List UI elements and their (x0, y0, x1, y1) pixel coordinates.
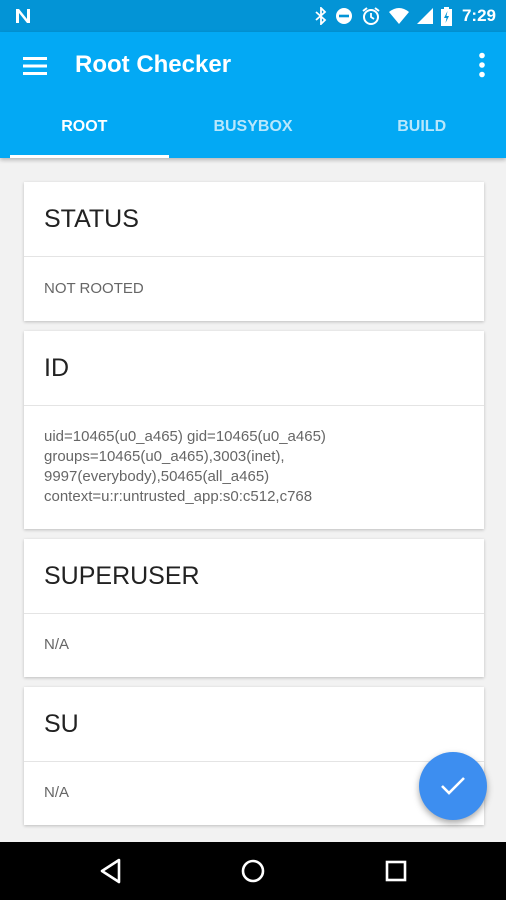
card-value: NOT ROOTED (24, 257, 484, 320)
check-icon (441, 777, 465, 795)
card-value: N/A (24, 614, 484, 676)
wifi-icon (388, 8, 409, 24)
su-value: N/A (44, 784, 70, 801)
card-title: SU (24, 687, 484, 762)
tab-build[interactable]: BUILD (337, 96, 506, 158)
card-value: uid=10465(u0_a465) gid=10465(u0_a465) gr… (24, 406, 484, 528)
battery-charging-icon (440, 6, 452, 26)
more-vertical-icon[interactable] (478, 52, 486, 78)
check-root-button[interactable] (419, 752, 487, 820)
tab-bar: ROOT BUSYBOX BUILD (0, 96, 506, 158)
id-line: uid=10465(u0_a465) gid=10465(u0_a465) (44, 428, 326, 445)
status-card: STATUS NOT ROOTED (24, 182, 484, 321)
recents-icon[interactable] (382, 857, 410, 885)
su-card: SU N/A (24, 687, 484, 825)
navigation-bar (0, 842, 506, 900)
card-title: STATUS (24, 182, 484, 257)
back-icon[interactable] (97, 857, 125, 885)
tab-busybox[interactable]: BUSYBOX (169, 96, 338, 158)
home-icon[interactable] (239, 857, 267, 885)
app-bar: Root Checker ROOT BUSYBOX BUILD (0, 32, 506, 158)
n-icon (16, 9, 30, 23)
id-card: ID uid=10465(u0_a465) gid=10465(u0_a465)… (24, 331, 484, 529)
id-line: context=u:r:untrusted_app:s0:c512,c768 (44, 488, 313, 505)
app-title: Root Checker (75, 51, 232, 78)
signal-icon (416, 8, 433, 24)
card-title: ID (24, 331, 484, 406)
clock: 7:29 (461, 6, 496, 25)
tab-root[interactable]: ROOT (0, 96, 169, 158)
alarm-icon (362, 7, 380, 25)
menu-icon[interactable] (22, 54, 48, 78)
id-line: 9997(everybody),50465(all_a465) (44, 468, 270, 485)
status-value: NOT ROOTED (44, 279, 144, 297)
id-line: groups=10465(u0_a465),3003(inet), (44, 448, 285, 465)
status-bar: 7:29 (0, 0, 506, 32)
card-title: SUPERUSER (24, 539, 484, 614)
superuser-card: SUPERUSER N/A (24, 539, 484, 677)
superuser-value: N/A (44, 636, 70, 653)
do-not-disturb-icon (335, 8, 352, 24)
card-value: N/A (24, 762, 484, 824)
bluetooth-icon (315, 7, 327, 25)
